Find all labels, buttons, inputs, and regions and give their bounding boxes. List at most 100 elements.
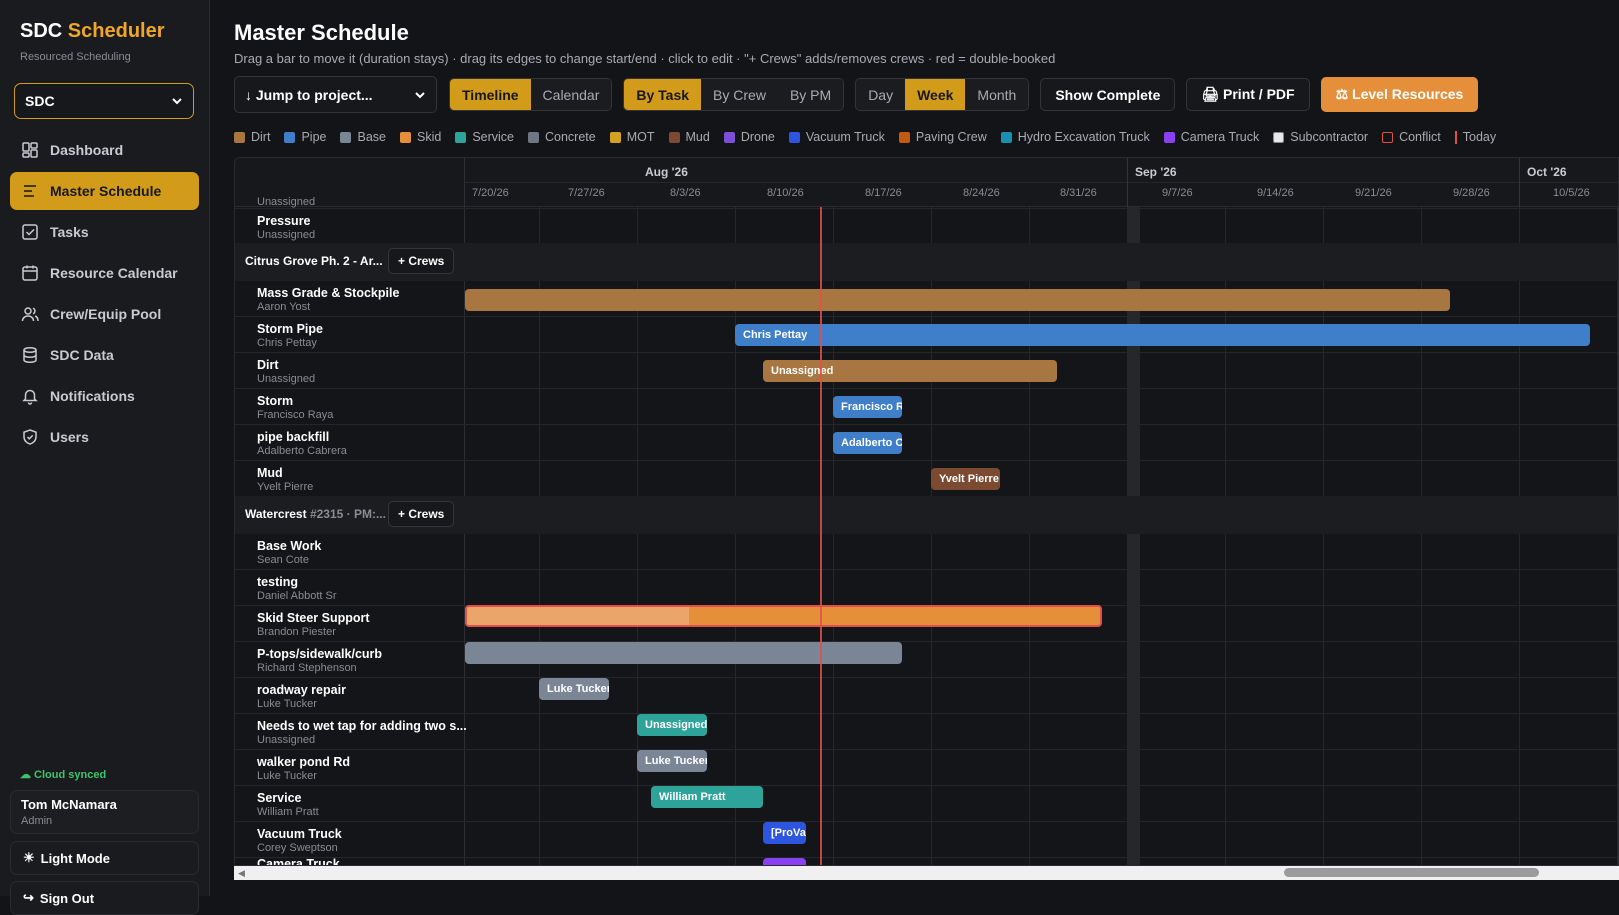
schedule-icon	[24, 185, 36, 197]
scale-toggle: Day Week Month	[855, 78, 1030, 111]
database-icon	[23, 346, 37, 364]
task-name[interactable]: Needs to wet tap for adding two s...	[257, 719, 467, 733]
task-name[interactable]: pipe backfill	[257, 430, 329, 444]
task-name[interactable]: Base Work	[257, 539, 321, 553]
add-crews-button[interactable]: + Crews	[388, 248, 455, 274]
week-label: 7/20/26	[472, 187, 509, 199]
task-bar-walker-pond[interactable]: Luke Tucker	[637, 750, 707, 772]
today-marker	[820, 207, 822, 865]
sidebar-item-resource-calendar[interactable]: Resource Calendar	[10, 254, 199, 292]
jump-to-project-select[interactable]: ↓ Jump to project...	[234, 76, 437, 113]
show-complete-button[interactable]: Show Complete	[1040, 78, 1176, 111]
task-name[interactable]: Pressure	[257, 214, 311, 228]
task-bar-storm[interactable]: Francisco Ra	[833, 396, 902, 418]
bell-icon	[22, 389, 38, 405]
print-pdf-button[interactable]: 🖨 Print / PDF	[1186, 78, 1310, 111]
sidebar-item-notifications[interactable]: Notifications	[10, 377, 199, 415]
sidebar-item-label: Resource Calendar	[50, 265, 178, 281]
page-subtitle: Drag a bar to move it (duration stays) ·…	[234, 51, 1056, 66]
legend-item-hydro-excavation-truck: Hydro Excavation Truck	[1000, 130, 1150, 144]
task-bar-service[interactable]: William Pratt	[651, 786, 763, 808]
page-title: Master Schedule	[234, 20, 409, 45]
sign-out-button[interactable]: ↪ Sign Out	[10, 881, 199, 915]
tab-by-crew[interactable]: By Crew	[701, 79, 778, 110]
timeline-header: Aug '26 Sep '26 Oct '26 7/20/26 7/27/26 …	[235, 158, 1618, 207]
chevron-down-icon	[172, 98, 182, 105]
task-crew: Aaron Yost	[257, 301, 311, 313]
task-bar-dirt[interactable]: Unassigned	[763, 360, 1057, 382]
legend-item-pipe: Pipe	[284, 130, 326, 144]
sidebar-item-dashboard[interactable]: Dashboard	[10, 131, 199, 169]
task-name[interactable]: roadway repair	[257, 683, 346, 697]
legend-item-paving-crew: Paving Crew	[898, 130, 987, 144]
scroll-left-arrow-icon[interactable]: ◀	[238, 868, 245, 879]
shield-icon	[23, 429, 37, 445]
jump-to-project-label: ↓ Jump to project...	[245, 86, 373, 103]
task-crew: Luke Tucker	[257, 770, 317, 782]
sidebar-item-tasks[interactable]: Tasks	[10, 213, 199, 251]
legend-item-service: Service	[455, 130, 514, 144]
task-bar-mass-grade[interactable]	[465, 289, 1450, 311]
task-name[interactable]: Mud	[257, 466, 283, 480]
task-crew: Yvelt Pierre	[257, 481, 314, 493]
sidebar-item-label: Master Schedule	[50, 183, 162, 199]
task-bar-roadway-repair[interactable]: Luke Tucker	[539, 678, 609, 700]
task-crew: Chris Pettay	[257, 337, 317, 349]
task-name[interactable]: P-tops/sidewalk/curb	[257, 647, 382, 661]
week-label: 9/14/26	[1257, 187, 1294, 199]
week-label: 9/21/26	[1355, 187, 1392, 199]
sidebar-item-master-schedule[interactable]: Master Schedule	[10, 172, 199, 210]
legend-item-concrete: Concrete	[528, 130, 596, 144]
tab-timeline[interactable]: Timeline	[450, 79, 531, 110]
task-name[interactable]: Storm Pipe	[257, 322, 323, 336]
task-bar-mud[interactable]: Yvelt Pierre	[931, 468, 1000, 490]
level-resources-button[interactable]: ⚖ Level Resources	[1320, 77, 1479, 112]
task-name[interactable]: Skid Steer Support	[257, 611, 370, 625]
sidebar-item-users[interactable]: Users	[10, 418, 199, 456]
sidebar-item-label: SDC Data	[50, 347, 114, 363]
task-name[interactable]: Storm	[257, 394, 293, 408]
task-bar-wet-tap[interactable]: Unassigned	[637, 714, 707, 736]
tab-month[interactable]: Month	[965, 79, 1029, 110]
legend-item-conflict: Conflict	[1382, 130, 1441, 144]
task-crew: Unassigned	[257, 373, 316, 385]
task-bar-storm-pipe[interactable]: Chris Pettay	[735, 324, 1590, 346]
task-bar-vacuum-truck[interactable]: [ProVa	[763, 822, 806, 844]
legend-item-skid: Skid	[399, 130, 441, 144]
legend-item-subcontractor: Subcontractor	[1273, 130, 1368, 144]
tab-calendar[interactable]: Calendar	[530, 79, 612, 110]
tab-week[interactable]: Week	[905, 79, 966, 110]
week-label: 8/24/26	[963, 187, 1000, 199]
tab-by-pm[interactable]: By PM	[777, 79, 844, 110]
light-mode-button[interactable]: ☀ Light Mode	[10, 841, 199, 875]
task-crew: Luke Tucker	[257, 698, 317, 710]
tab-by-task[interactable]: By Task	[624, 79, 702, 110]
scrollbar-thumb[interactable]	[1284, 868, 1539, 877]
task-crew: Richard Stephenson	[257, 662, 357, 674]
task-name[interactable]: Vacuum Truck	[257, 827, 342, 841]
task-bar-camera-truck[interactable]	[763, 858, 806, 865]
tab-day[interactable]: Day	[856, 79, 906, 110]
task-name[interactable]: testing	[257, 575, 298, 589]
month-label: Oct '26	[1527, 165, 1567, 179]
sidebar-item-sdc-data[interactable]: SDC Data	[10, 336, 199, 374]
legend-item-mud: Mud	[668, 130, 710, 144]
light-mode-label: Light Mode	[40, 850, 110, 866]
sidebar: SDC Scheduler Resourced Scheduling SDC D…	[0, 0, 210, 915]
task-bar-skid-steer-support[interactable]	[465, 605, 1102, 627]
task-name[interactable]: walker pond Rd	[257, 755, 350, 769]
task-name[interactable]: Dirt	[257, 358, 279, 372]
task-bar-pipe-backfill[interactable]: Adalberto C	[833, 432, 902, 454]
app-logo: SDC Scheduler	[20, 20, 165, 42]
project-name[interactable]: Citrus Grove Ph. 2 - Ar...	[245, 254, 383, 268]
task-name[interactable]: Service	[257, 791, 301, 805]
org-select[interactable]: SDC	[14, 83, 194, 119]
task-name[interactable]: Camera Truck	[257, 857, 340, 865]
sidebar-item-crew-equip-pool[interactable]: Crew/Equip Pool	[10, 295, 199, 333]
task-name[interactable]: Mass Grade & Stockpile	[257, 286, 399, 300]
task-bar-p-tops[interactable]	[465, 642, 902, 664]
user-card[interactable]: Tom McNamara Admin	[10, 790, 199, 834]
project-name[interactable]: Watercrest #2315 · PM:...	[245, 507, 386, 521]
add-crews-button[interactable]: + Crews	[388, 501, 455, 527]
app-subtitle: Resourced Scheduling	[20, 51, 131, 63]
